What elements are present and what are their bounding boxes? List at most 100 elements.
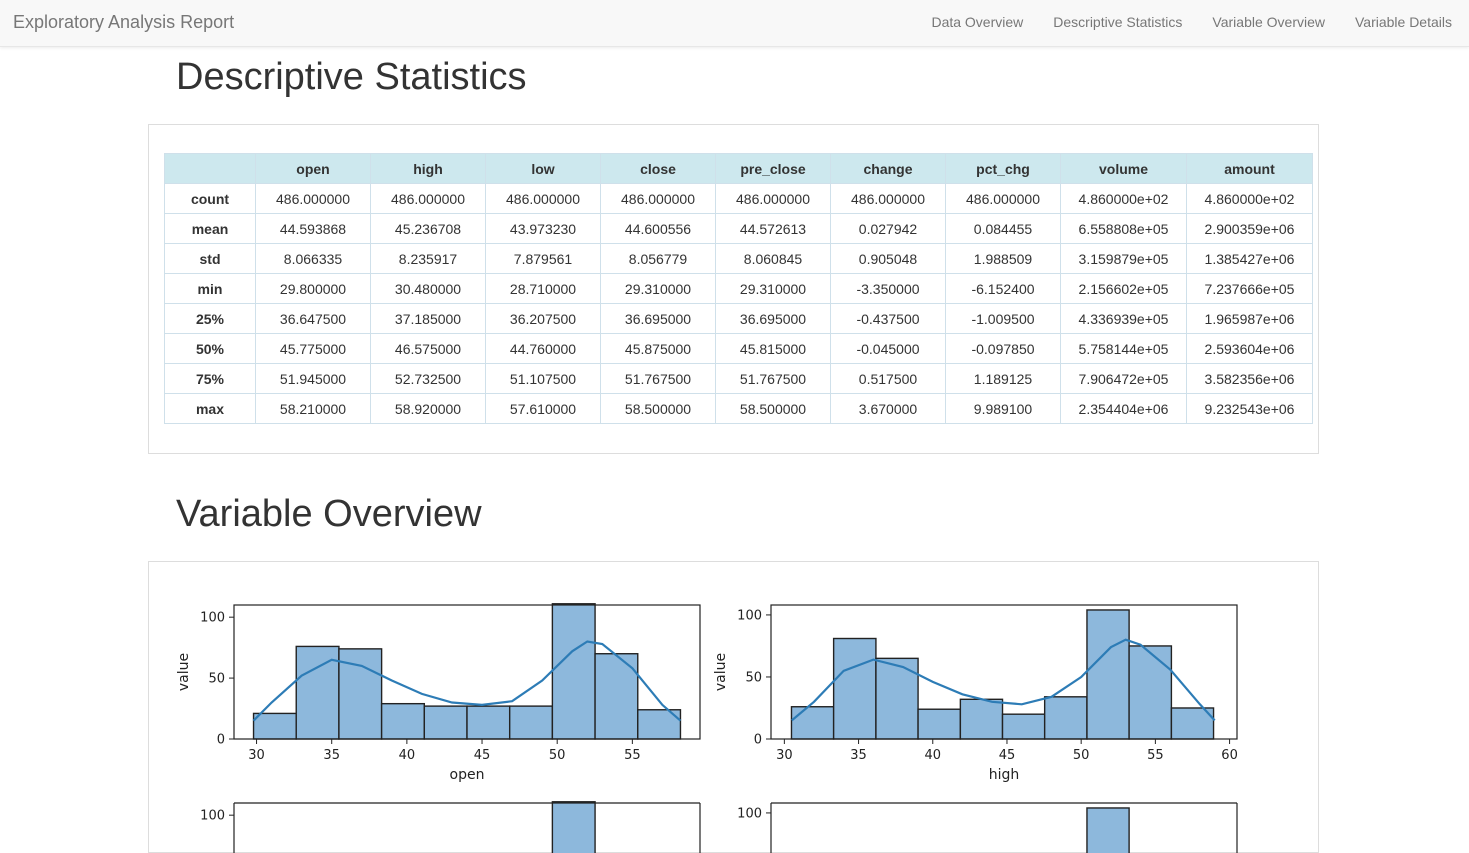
table-cell: 4.336939e+05 [1060,303,1187,334]
table-cell: 4.860000e+02 [1186,183,1313,214]
table-cell: 36.647500 [255,303,371,334]
y-tick-label: 0 [217,733,225,748]
table-row: 50% 45.775000 46.575000 44.760000 45.875000 4… [164,333,1313,364]
table-cell: -0.045000 [830,333,946,364]
table-cell: 36.695000 [715,303,831,334]
table-cell: 43.973230 [485,213,601,244]
table-cell: 45.815000 [715,333,831,364]
x-tick-label: 55 [624,748,641,763]
table-cell: 29.310000 [715,273,831,304]
histogram-bar [380,702,426,740]
x-tick-label: 50 [549,748,566,763]
x-tick-label: 30 [248,748,265,763]
y-axis-label: value [713,653,729,691]
table-cell: 44.760000 [485,333,601,364]
table-cell: 486.000000 [370,183,486,214]
histogram-open: 30 35 40 45 50 55 0 50 100 open value [176,603,701,783]
column-header-low: low [485,153,601,184]
histogram-bar [959,698,1004,740]
table-cell: 7.906472e+05 [1060,363,1187,394]
histogram-bar [1128,645,1173,740]
table-cell: 8.060845 [715,243,831,274]
brand-title[interactable]: Exploratory Analysis Report [13,12,234,33]
descriptive-statistics-heading: Descriptive Statistics [176,56,527,98]
table-cell: 8.056779 [600,243,716,274]
table-cell: 8.235917 [370,243,486,274]
table-cell: 1.965987e+06 [1186,303,1313,334]
x-tick-label: 30 [776,748,793,763]
descriptive-stats-table: open high low close pre_close change pct_chg vo… [164,153,1313,424]
table-header-row: open high low close pre_close change pct_chg vo… [164,153,1313,184]
nav-descriptive-statistics[interactable]: Descriptive Statistics [1053,14,1182,30]
x-axis-label: open [450,767,485,783]
x-tick-label: 35 [323,748,340,763]
row-label: mean [164,213,256,244]
table-cell: 9.989100 [945,393,1061,424]
table-cell: 9.232543e+06 [1186,393,1313,424]
table-cell: 29.310000 [600,273,716,304]
y-tick-label: 100 [200,809,225,824]
table-cell: 7.237666e+05 [1186,273,1313,304]
table-cell: 45.236708 [370,213,486,244]
column-header-close: close [600,153,716,184]
x-axis-label: high [989,767,1020,783]
table-cell: 51.107500 [485,363,601,394]
table-cell: 51.945000 [255,363,371,394]
table-cell: 46.575000 [370,333,486,364]
y-tick-label: 100 [737,608,762,623]
table-cell: 5.758144e+05 [1060,333,1187,364]
table-cell: 58.920000 [370,393,486,424]
column-header-open: open [255,153,371,184]
table-cell: 45.775000 [255,333,371,364]
table-cell: -0.097850 [945,333,1061,364]
table-cell: 52.732500 [370,363,486,394]
column-header-amount: amount [1186,153,1313,184]
table-cell: 58.500000 [715,393,831,424]
column-header-change: change [830,153,946,184]
row-label: 50% [164,333,256,364]
table-cell: 36.207500 [485,303,601,334]
x-tick-label: 40 [924,748,941,763]
table-cell: 51.767500 [715,363,831,394]
table-cell: 6.558808e+05 [1060,213,1187,244]
histogram-bar [790,706,835,740]
table-cell: 8.066335 [255,243,371,274]
table-cell: 3.582356e+06 [1186,363,1313,394]
nav-variable-details[interactable]: Variable Details [1355,14,1452,30]
x-tick-label: 50 [1073,748,1090,763]
table-cell: 2.156602e+05 [1060,273,1187,304]
table-cell: 486.000000 [715,183,831,214]
table-cell: -3.350000 [830,273,946,304]
table-cell: 0.084455 [945,213,1061,244]
table-row: min 29.800000 30.480000 28.710000 29.310000 2… [164,273,1313,304]
table-cell: 486.000000 [830,183,946,214]
histogram-bar [1043,696,1088,740]
table-cell: 1.385427e+06 [1186,243,1313,274]
table-cell: 51.767500 [600,363,716,394]
navbar: Exploratory Analysis Report Data Overvie… [0,0,1469,47]
y-tick-label: 50 [208,672,225,687]
histogram-bar [551,801,596,853]
table-cell: 29.800000 [255,273,371,304]
histogram-bar [1001,713,1046,740]
table-cell: 37.185000 [370,303,486,334]
histogram-bar [466,705,511,740]
row-label: 25% [164,303,256,334]
column-header-pre_close: pre_close [715,153,831,184]
table-cell: 2.354404e+06 [1060,393,1187,424]
table-row: 75% 51.945000 52.732500 51.107500 51.767500 5… [164,363,1313,394]
nav-data-overview[interactable]: Data Overview [931,14,1023,30]
nav-variable-overview[interactable]: Variable Overview [1212,14,1325,30]
nav-links: Data Overview Descriptive Statistics Var… [931,14,1452,30]
table-cell: 4.860000e+02 [1060,183,1187,214]
table-cell: 2.900359e+06 [1186,213,1313,244]
row-label: count [164,183,256,214]
table-cell: 486.000000 [600,183,716,214]
x-tick-label: 55 [1147,748,1164,763]
y-axis-label: value [176,653,192,691]
histogram-bar [832,637,877,740]
x-tick-label: 45 [999,748,1016,763]
variable-overview-heading: Variable Overview [176,493,482,535]
row-label: min [164,273,256,304]
table-cell: 0.517500 [830,363,946,394]
